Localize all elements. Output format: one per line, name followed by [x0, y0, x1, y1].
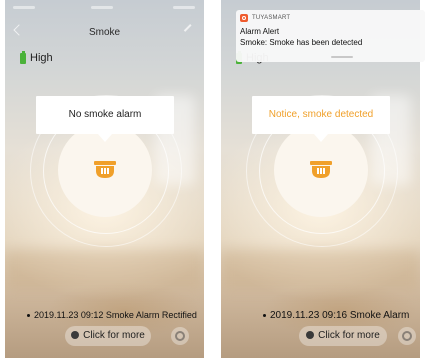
log-entry-text: 2019.11.23 09:16 Smoke Alarm: [270, 310, 410, 321]
battery-label: High: [30, 52, 53, 64]
log-entry: 2019.11.23 09:16 Smoke Alarm: [263, 310, 409, 321]
click-for-more-button[interactable]: Click for more: [65, 326, 151, 346]
notification-app-name: TUYASMART: [252, 15, 291, 21]
page-title: Smoke: [88, 27, 121, 38]
settings-button[interactable]: [171, 327, 189, 345]
status-bar: [5, 2, 204, 12]
nav-bar: Smoke: [5, 20, 204, 42]
left-screen: Smoke High No smoke alarm 2019.11.23 09:…: [5, 0, 204, 358]
clock-icon: [71, 331, 80, 339]
settings-button[interactable]: [398, 327, 416, 345]
background-furniture: [5, 250, 204, 290]
notification-grabber[interactable]: [331, 56, 353, 58]
click-for-more-button[interactable]: Click for more: [299, 326, 387, 346]
tuyasmart-app-icon: [240, 14, 248, 22]
click-for-more-label: Click for more: [318, 330, 380, 341]
gear-icon: [175, 331, 185, 341]
smoke-detector-icon: [93, 161, 116, 178]
click-for-more-label: Click for more: [83, 330, 145, 341]
notification-body: Smoke: Smoke has been detected: [240, 38, 363, 47]
push-notification[interactable]: TUYASMART Alarm Alert Smoke: Smoke has b…: [236, 10, 425, 62]
notification-title: Alarm Alert: [240, 27, 280, 36]
background-furniture: [221, 250, 420, 290]
log-entry: 2019.11.23 09:12 Smoke Alarm Rectified: [27, 310, 197, 320]
alarm-status-bubble: No smoke alarm: [36, 96, 174, 142]
clock-icon: [306, 331, 315, 339]
alarm-status-bubble: Notice, smoke detected: [252, 96, 390, 142]
battery-icon: [20, 51, 26, 64]
smoke-detector-icon: [309, 161, 332, 178]
gear-icon: [402, 331, 412, 341]
log-entry-text: 2019.11.23 09:12 Smoke Alarm Rectified: [34, 310, 197, 320]
